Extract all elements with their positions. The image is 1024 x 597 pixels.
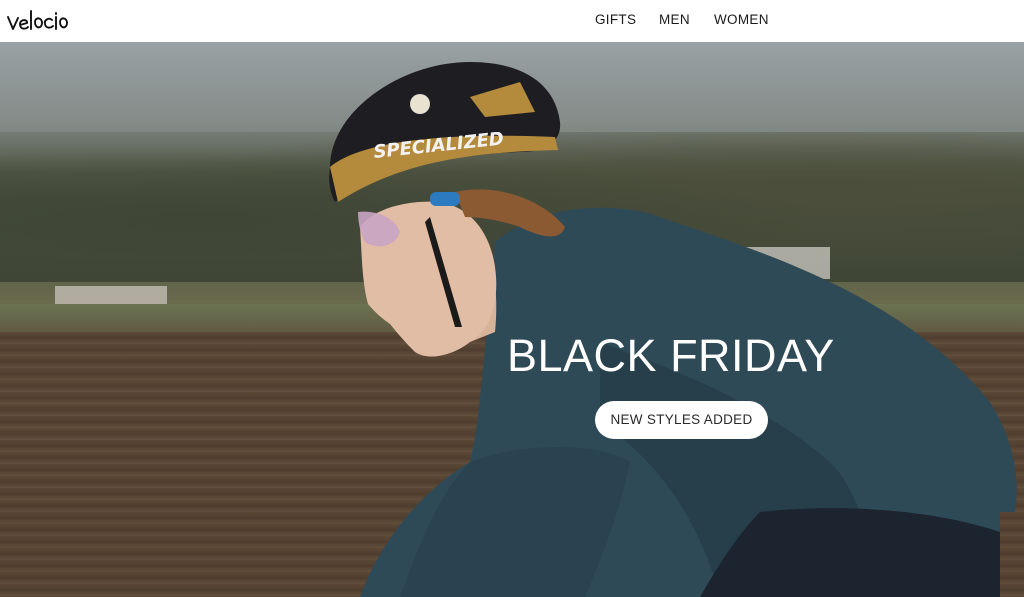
hero-cyclist-image: SPECIALIZED xyxy=(0,42,1024,597)
nav-men-link[interactable]: MEN xyxy=(659,12,690,27)
main-menu: GIFTS MEN WOMEN xyxy=(0,0,1024,42)
new-styles-added-button[interactable]: NEW STYLES ADDED xyxy=(595,401,768,439)
helmet-badge xyxy=(410,94,430,114)
hero-banner[interactable]: SPECIALIZED BLACK FRIDAY NEW STYLES ADDE… xyxy=(0,42,1024,597)
cyclist-illustration: SPECIALIZED xyxy=(329,62,1017,597)
nav-gifts-link[interactable]: GIFTS xyxy=(595,12,636,27)
top-navigation: GIFTS MEN WOMEN xyxy=(0,0,1024,42)
earphone xyxy=(430,192,460,206)
black-friday-headline: BLACK FRIDAY xyxy=(507,330,835,381)
nav-women-link[interactable]: WOMEN xyxy=(714,12,769,27)
